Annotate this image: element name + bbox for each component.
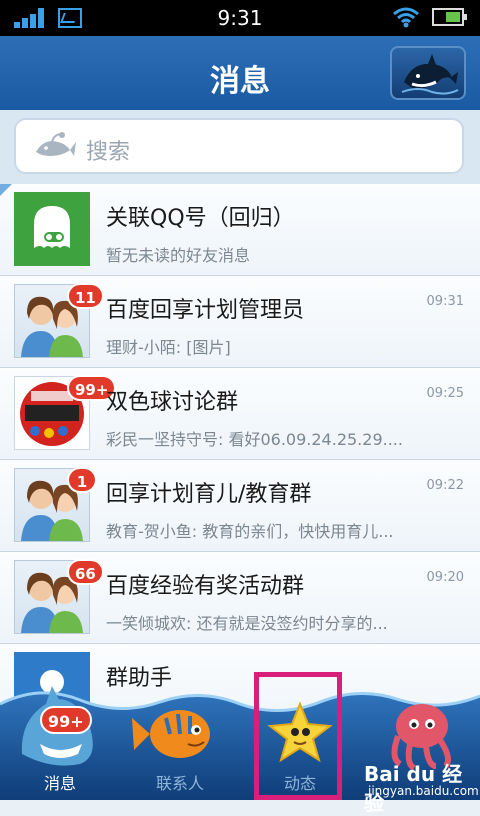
qq-ghost-icon [34,206,70,248]
title-bar: 消息 [0,36,480,110]
conversation-name: 关联QQ号（回归） [106,206,295,231]
whale-icon [401,54,459,95]
avatar: 11 [14,283,104,358]
avatar [14,192,90,266]
conversation-preview: 教育-贺小鱼: 教育的亲们，快快用育儿... [106,522,394,541]
battery-icon [432,8,467,26]
unread-badge: 11 [67,283,104,309]
conversation-preview: 理财-小陌: [图片] [106,338,231,357]
baidu-watermark: Bai du 经验 jingyan.baidu.com [364,758,480,815]
avatar: 66 [14,559,104,634]
avatar: 99+ [14,375,117,450]
conversation-name: 百度经验有奖活动群 [106,574,305,599]
tab-messages[interactable]: 99+ 消息 [0,674,120,800]
avatar: 1 [14,467,97,542]
unread-badge: 66 [67,559,104,585]
watermark-url: jingyan.baidu.com [368,784,479,798]
fish-search-icon [36,132,76,156]
search-area: 搜索 [0,110,480,184]
list-item[interactable]: 99+ 双色球讨论群 彩民一坚持守号: 看好06.09.24.25.29....… [0,368,480,460]
wifi-icon [393,7,419,28]
annotation-highlight [254,672,342,800]
conversation-preview: 彩民一坚持守号: 看好06.09.24.25.29.... [106,430,403,449]
list-item[interactable]: 66 百度经验有奖活动群 一笑倾城欢: 还有就是没签约时分享的... 09:20 [0,552,480,644]
tab-badge: 99+ [40,706,92,734]
unread-badge: 1 [67,467,97,493]
conversation-name: 回享计划育儿/教育群 [106,482,312,507]
tab-label: 联系人 [155,774,204,793]
status-bar: 9:31 [0,0,480,36]
conversation-time: 09:25 [426,386,464,401]
new-indicator [0,184,12,196]
conversation-time: 09:31 [426,294,464,309]
octopus-icon [391,704,451,770]
fish-icon [132,710,210,758]
search-input[interactable]: 搜索 [14,118,464,174]
conversation-preview: 一笑倾城欢: 还有就是没签约时分享的... [106,614,388,633]
conversation-name: 双色球讨论群 [106,390,239,415]
whale-menu-button[interactable] [390,46,466,100]
conversation-name: 百度回享计划管理员 [106,298,305,323]
list-item[interactable]: 关联QQ号（回归） 暂无未读的好友消息 [0,184,480,276]
conversation-time: 09:22 [426,478,464,493]
tab-label: 消息 [43,774,76,793]
list-item[interactable]: 11 百度回享计划管理员 理财-小陌: [图片] 09:31 [0,276,480,368]
conversation-time: 09:20 [426,570,464,585]
conversation-preview: 暂无未读的好友消息 [106,246,251,265]
tab-contacts[interactable]: 联系人 [120,674,240,800]
search-placeholder: 搜索 [86,140,131,165]
list-item[interactable]: 1 回享计划育儿/教育群 教育-贺小鱼: 教育的亲们，快快用育儿... 09:2… [0,460,480,552]
